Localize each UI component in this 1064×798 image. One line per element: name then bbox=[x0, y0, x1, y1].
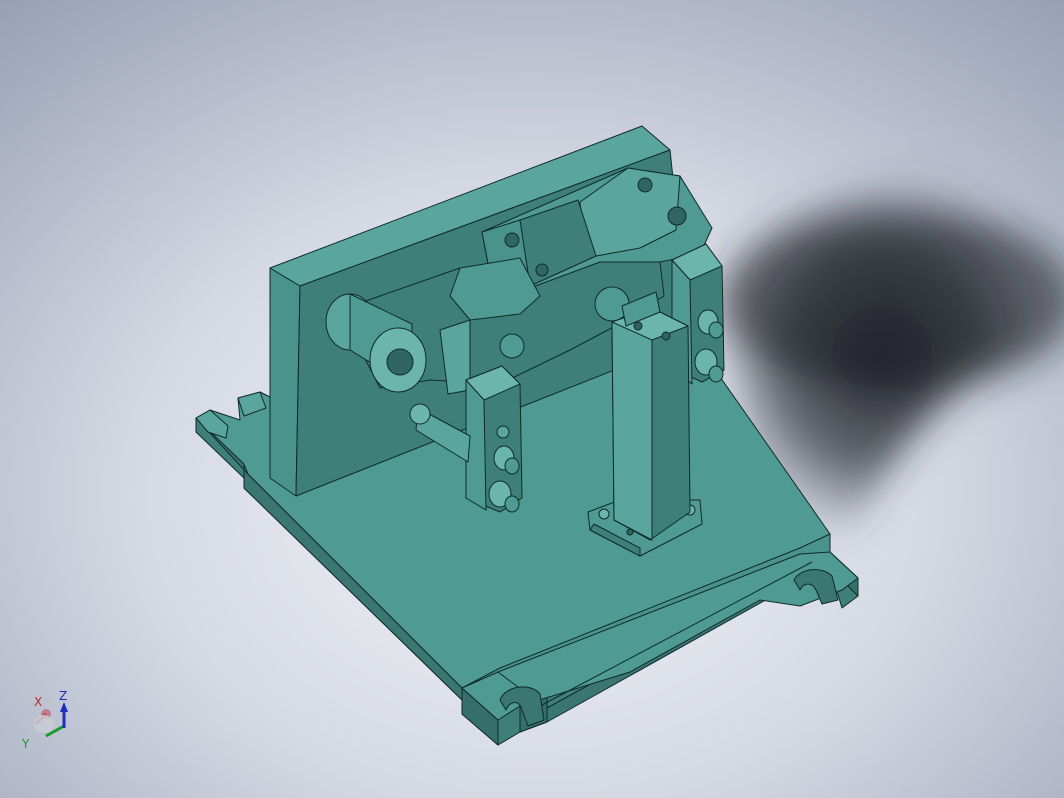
cad-model-view[interactable] bbox=[0, 0, 1064, 798]
graphics-viewport[interactable]: X Z Y bbox=[0, 0, 1064, 798]
z-axis-label: Z bbox=[59, 689, 67, 703]
fixture-assembly[interactable] bbox=[195, 125, 859, 746]
z-axis-head bbox=[60, 702, 68, 712]
x-axis-label: X bbox=[34, 695, 42, 709]
triad-origin bbox=[34, 715, 54, 733]
view-orientation-triad[interactable]: X Z Y bbox=[18, 686, 78, 756]
y-axis-label: Y bbox=[21, 737, 30, 751]
